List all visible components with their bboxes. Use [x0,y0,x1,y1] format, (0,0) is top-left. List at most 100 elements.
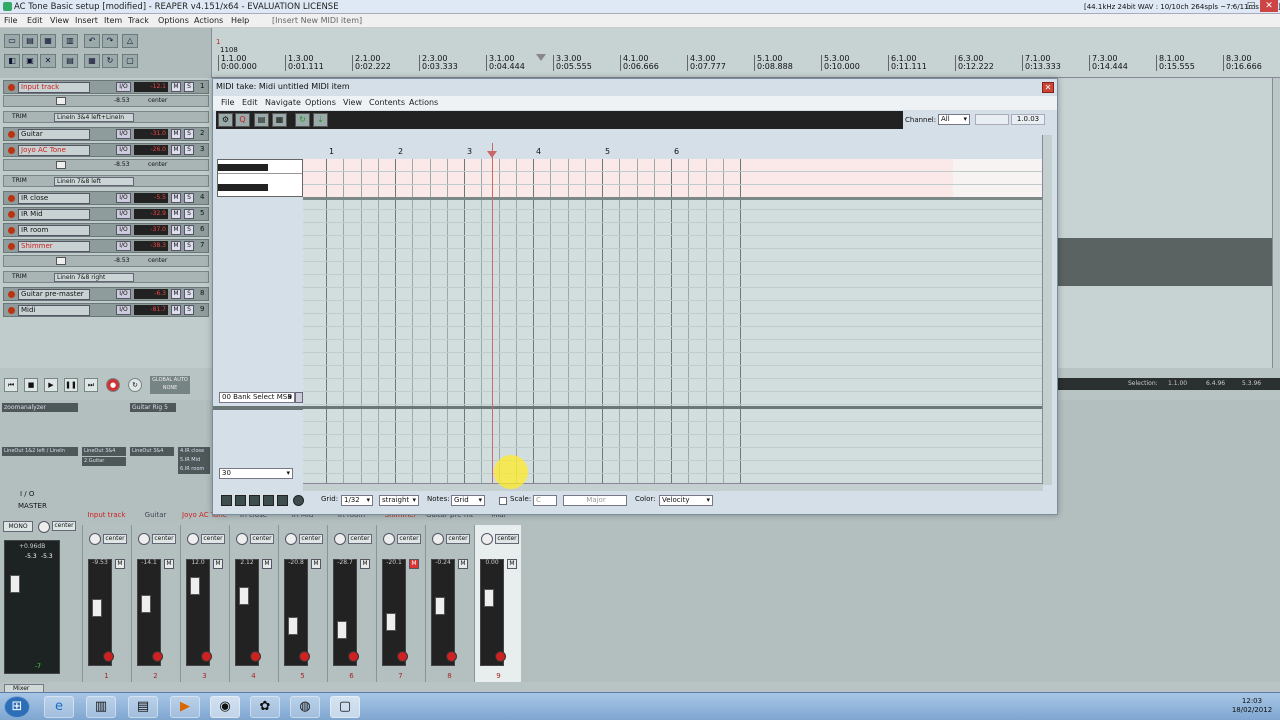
internet-explorer-icon[interactable]: e [44,696,74,718]
track-volume[interactable]: -32.9 [134,209,168,219]
start-button-icon[interactable]: ⊞ [4,696,30,718]
volume-fader[interactable] [190,577,200,595]
routing-slot[interactable]: LineOut 3&4 [82,447,126,456]
global-auto-button[interactable]: GLOBAL AUTO NONE [150,376,190,394]
track-row[interactable]: Joyo AC Tone I/O -26.0 M S 3 [3,143,209,157]
track-io-button[interactable]: I/O [116,129,131,139]
snap-toggle-icon[interactable]: ⇣ [313,113,328,127]
mixer-strip[interactable]: Guitar center -14.1 M 2 [131,511,178,682]
pan-knob[interactable] [383,533,395,545]
record-arm-icon[interactable] [8,291,15,298]
event-properties-icon[interactable]: ▤ [254,113,269,127]
go-to-start-icon[interactable]: ⏮ [4,378,18,392]
track-volume[interactable]: -37.0 [134,225,168,235]
track-row[interactable]: Shimmer I/O -38.3 M S 7 [3,239,209,253]
solo-button[interactable]: S [184,129,194,139]
track-input-row[interactable]: TRIM LineIn 7&8 left [3,175,209,187]
track-name[interactable]: Guitar pre-master [18,289,90,300]
mixer-record-arm-icon[interactable] [495,651,506,662]
solo-button[interactable]: S [184,225,194,235]
volume-fader[interactable] [435,597,445,615]
midi-pause-icon[interactable] [249,495,260,506]
color-select[interactable]: Velocity ▾ [659,495,713,506]
mixer-record-arm-icon[interactable] [152,651,163,662]
track-fader-row[interactable]: -8.53 center [3,255,209,267]
mono-button[interactable]: MONO [3,521,33,532]
volume-fader[interactable] [92,599,102,617]
channel-select[interactable]: All ▾ [938,114,970,125]
volume-fader[interactable] [337,621,347,639]
track-io-button[interactable]: I/O [116,305,131,315]
master-fader[interactable] [10,575,20,593]
black-key[interactable] [218,184,268,191]
track-volume[interactable]: -38.3 [134,241,168,251]
mixer-strip[interactable]: Midi center 0.00 M 9 [474,511,521,682]
mixer-record-arm-icon[interactable] [348,651,359,662]
midi-hscroll[interactable] [303,483,1043,491]
track-volume[interactable]: -26.0 [134,145,168,155]
track-fader-row[interactable]: -8.53 center [3,95,209,107]
pause-icon[interactable]: ❚❚ [64,378,78,392]
solo-button[interactable]: S [184,289,194,299]
routing-slot[interactable]: LineOut 1&2 left / LineIn [2,447,78,456]
black-key[interactable] [218,164,268,171]
lane-separator[interactable] [303,197,1043,200]
track-name[interactable]: Input track [18,82,90,93]
menu-options[interactable]: Options [158,16,189,25]
mute-button[interactable]: M [171,225,181,235]
record-arm-icon[interactable] [8,131,15,138]
mute-button[interactable]: M [171,289,181,299]
volume-fader[interactable] [386,613,396,631]
item-grouping-icon[interactable]: ▣ [22,54,38,68]
record-icon[interactable]: ● [106,378,120,392]
note-grid[interactable] [303,159,1043,197]
menu-view[interactable]: View [50,16,69,25]
mixer-record-arm-icon[interactable] [201,651,212,662]
save-project-icon[interactable]: ▦ [40,34,56,48]
play-icon[interactable]: ▶ [44,378,58,392]
track-name[interactable]: Guitar [18,129,90,140]
chrome-icon[interactable]: ◉ [210,696,240,718]
solo-button[interactable]: S [184,209,194,219]
track-row[interactable]: Guitar pre-master I/O -6.3 M S 8 [3,287,209,301]
track-name[interactable]: IR Mid [18,209,90,220]
menu-edit[interactable]: Edit [27,16,43,25]
routing-slot[interactable]: 4.IR close [178,447,210,456]
midi-menu-navigate[interactable]: Navigate [265,98,301,107]
mute-button[interactable]: M [171,209,181,219]
track-volume[interactable]: -6.3 [134,289,168,299]
midi-settings-icon[interactable]: ⚙ [218,113,233,127]
track-fader[interactable] [56,97,66,105]
track-io-button[interactable]: I/O [116,225,131,235]
track-input-label[interactable]: LineIn 7&8 right [54,273,134,282]
media-player-icon[interactable]: ▶ [170,696,200,718]
app-icon[interactable]: ✿ [250,696,280,718]
pan-knob[interactable] [236,533,248,545]
track-row[interactable]: IR room I/O -37.0 M S 6 [3,223,209,237]
track-fader[interactable] [56,161,66,169]
record-arm-icon[interactable] [8,195,15,202]
mute-button[interactable]: M [171,145,181,155]
track-volume[interactable]: -5.5 [134,193,168,203]
solo-button[interactable]: S [184,145,194,155]
track-row[interactable]: IR close I/O -5.5 M S 4 [3,191,209,205]
position-display[interactable]: 1.0.03 [1011,114,1045,125]
grid-select[interactable]: 1/32 ▾ [341,495,373,506]
track-volume[interactable]: -12.1 [134,82,168,92]
master-pan-knob[interactable] [38,521,50,533]
playhead-marker-icon[interactable] [536,54,546,61]
mute-button[interactable]: M [171,241,181,251]
mute-button[interactable]: M [171,193,181,203]
track-row[interactable]: Guitar I/O -31.0 M S 2 [3,127,209,141]
mixer-mute-button[interactable]: M [360,559,370,569]
mixer-mute-button[interactable]: M [213,559,223,569]
stop-icon[interactable]: ■ [24,378,38,392]
track-name[interactable]: Joyo AC Tone [18,145,90,156]
new-project-icon[interactable]: ▭ [4,34,20,48]
cc-lane-add-icon[interactable] [295,392,303,403]
track-fader-row[interactable]: -8.53 center [3,159,209,171]
track-input-label[interactable]: LineIn 7&8 left [54,177,134,186]
mixer-strip[interactable]: IR close center 2.12 M 4 [229,511,276,682]
volume-fader[interactable] [484,589,494,607]
mixer-strip[interactable]: Shimmer center -20.1 M 7 [376,511,423,682]
